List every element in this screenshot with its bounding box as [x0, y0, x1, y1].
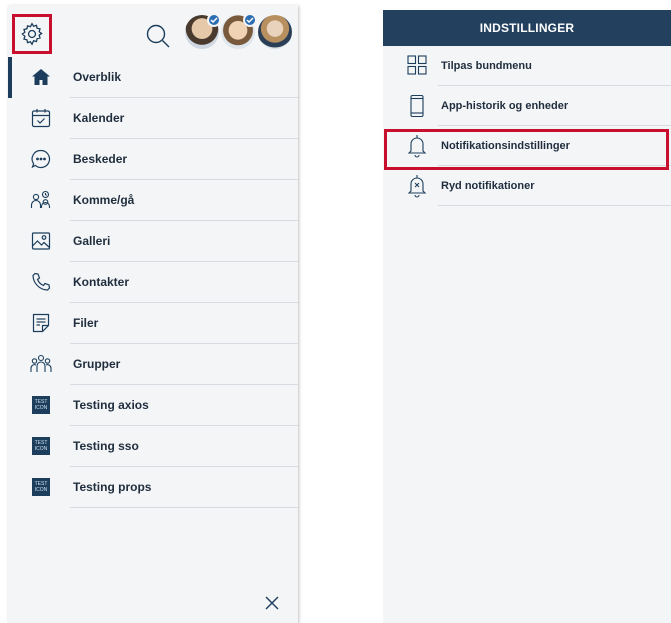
search-button[interactable] — [145, 23, 171, 49]
check-icon — [207, 13, 221, 27]
settings-item-label: Tilpas bundmenu — [441, 60, 532, 72]
menu-item-label: Grupper — [73, 357, 121, 371]
menu-item-label: Beskeder — [73, 152, 128, 166]
menu-item-overblik[interactable]: Overblik — [8, 57, 298, 98]
menu-item-testing-props[interactable]: TEST ICON Testing props — [8, 467, 298, 508]
phone-icon — [30, 271, 52, 293]
avatar[interactable] — [185, 13, 221, 49]
close-icon — [265, 596, 279, 610]
calendar-icon — [30, 107, 52, 129]
menu-item-label: Kalender — [73, 111, 125, 125]
menu-item-testing-sso[interactable]: TEST ICON Testing sso — [8, 426, 298, 467]
grid-icon — [406, 54, 428, 78]
menu-item-filer[interactable]: Filer — [8, 303, 298, 344]
settings-button[interactable] — [12, 14, 52, 54]
menu-top-bar — [8, 5, 298, 57]
avatar[interactable] — [221, 13, 257, 49]
menu-item-kontakter[interactable]: Kontakter — [8, 262, 298, 303]
test-icon: TEST ICON — [30, 435, 52, 457]
gallery-icon — [30, 230, 52, 252]
menu-item-beskeder[interactable]: Beskeder — [8, 139, 298, 180]
gear-icon — [21, 22, 43, 46]
settings-title: INDSTILLINGER — [383, 10, 671, 46]
menu-item-testing-axios[interactable]: TEST ICON Testing axios — [8, 385, 298, 426]
test-icon: TEST ICON — [30, 394, 52, 416]
divider — [438, 205, 671, 206]
menu-item-label: Komme/gå — [73, 193, 135, 207]
check-icon — [243, 13, 257, 27]
people-clock-icon — [30, 189, 52, 211]
menu-item-grupper[interactable]: Grupper — [8, 344, 298, 385]
settings-panel: INDSTILLINGER Tilpas bundmenu App-histor… — [383, 10, 671, 623]
group-icon — [30, 353, 52, 375]
main-menu-panel: Overblik Kalender Beskeder Komme/gå Gall… — [8, 5, 298, 623]
menu-item-komme-gaa[interactable]: Komme/gå — [8, 180, 298, 221]
menu-item-label: Galleri — [73, 234, 111, 248]
home-icon — [30, 66, 52, 88]
search-icon — [146, 24, 170, 48]
settings-item-ryd-notifikationer[interactable]: Ryd notifikationer — [383, 166, 671, 206]
menu-item-galleri[interactable]: Galleri — [8, 221, 298, 262]
phone-device-icon — [406, 94, 428, 118]
menu-item-label: Overblik — [73, 70, 122, 84]
avatar[interactable] — [258, 15, 292, 49]
menu-item-label: Kontakter — [73, 275, 130, 289]
menu-item-label: Testing axios — [73, 398, 149, 412]
menu-item-label: Testing props — [73, 480, 152, 494]
bell-clear-icon — [406, 174, 428, 198]
menu-item-kalender[interactable]: Kalender — [8, 98, 298, 139]
close-button[interactable] — [262, 593, 282, 613]
highlight-frame — [384, 129, 669, 170]
file-icon — [30, 312, 52, 334]
settings-item-label: App-historik og enheder — [441, 100, 569, 112]
test-icon: TEST ICON — [30, 476, 52, 498]
divider — [70, 507, 298, 508]
settings-item-label: Ryd notifikationer — [441, 180, 535, 192]
settings-item-tilpas-bundmenu[interactable]: Tilpas bundmenu — [383, 46, 671, 86]
settings-item-app-historik[interactable]: App-historik og enheder — [383, 86, 671, 126]
menu-item-label: Filer — [73, 316, 99, 330]
main-menu: Overblik Kalender Beskeder Komme/gå Gall… — [8, 57, 298, 508]
chat-bubble-icon — [30, 148, 52, 170]
menu-item-label: Testing sso — [73, 439, 139, 453]
